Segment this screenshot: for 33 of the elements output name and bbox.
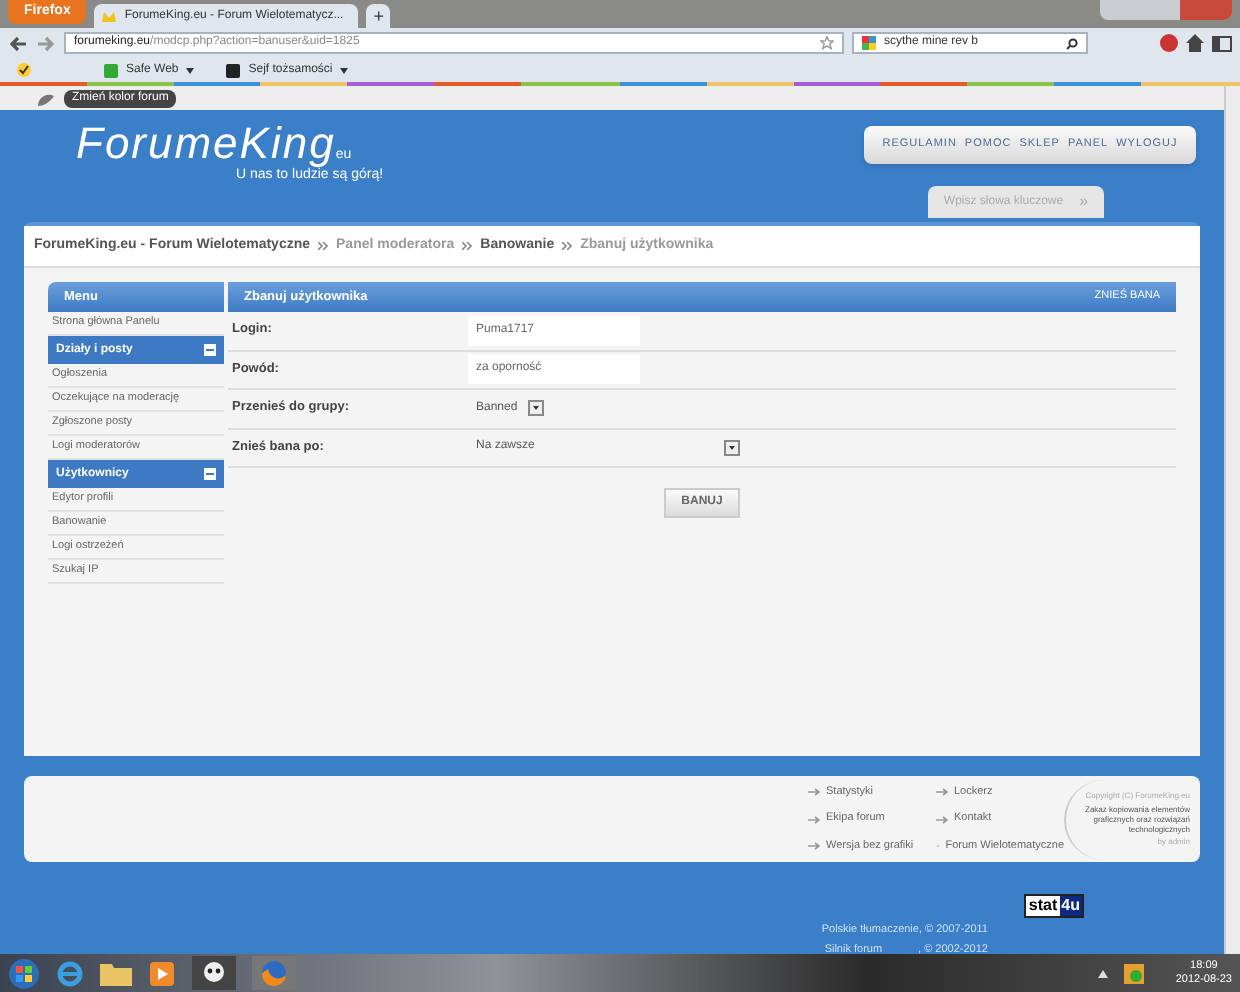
double-chevron-icon xyxy=(562,242,573,250)
sidebar-icon[interactable] xyxy=(1212,35,1232,51)
bookmark-icon xyxy=(226,63,241,77)
caret-icon xyxy=(340,67,349,73)
browser-e-icon[interactable] xyxy=(56,959,84,987)
caret-icon xyxy=(186,67,195,73)
forward-icon[interactable] xyxy=(36,35,56,51)
stat4u-counter[interactable]: stat 4u xyxy=(1024,894,1084,918)
back-icon[interactable] xyxy=(8,35,28,51)
paint-drop-icon[interactable] xyxy=(36,89,56,107)
bookmark-icon xyxy=(104,63,118,77)
collapse-icon[interactable] xyxy=(204,344,216,356)
skull-icon[interactable] xyxy=(192,956,236,990)
home-icon[interactable] xyxy=(1186,34,1204,52)
star-icon[interactable] xyxy=(820,36,834,50)
window-controls-icon[interactable] xyxy=(1100,0,1232,20)
new-tab-button[interactable]: + xyxy=(366,4,391,28)
dropdown-arrow-icon xyxy=(528,400,544,417)
google-logo-icon xyxy=(862,36,876,50)
tray-arrow-icon[interactable] xyxy=(1097,969,1108,977)
media-player-icon[interactable] xyxy=(148,959,176,987)
scrollbar[interactable] xyxy=(1224,86,1240,954)
checkmark-icon[interactable] xyxy=(16,62,32,78)
stop-sign-icon[interactable] xyxy=(1160,34,1178,52)
search-icon[interactable] xyxy=(1066,37,1078,49)
double-chevron-icon xyxy=(318,242,329,250)
double-chevron-icon xyxy=(462,242,473,250)
dropdown-arrow-icon xyxy=(724,439,740,456)
crown-icon xyxy=(102,9,117,23)
collapse-icon[interactable] xyxy=(204,468,216,480)
start-button-icon[interactable] xyxy=(8,957,40,989)
tray-shield-icon[interactable] xyxy=(1123,963,1144,983)
forum-logo[interactable]: ForumeKing xyxy=(76,122,336,166)
